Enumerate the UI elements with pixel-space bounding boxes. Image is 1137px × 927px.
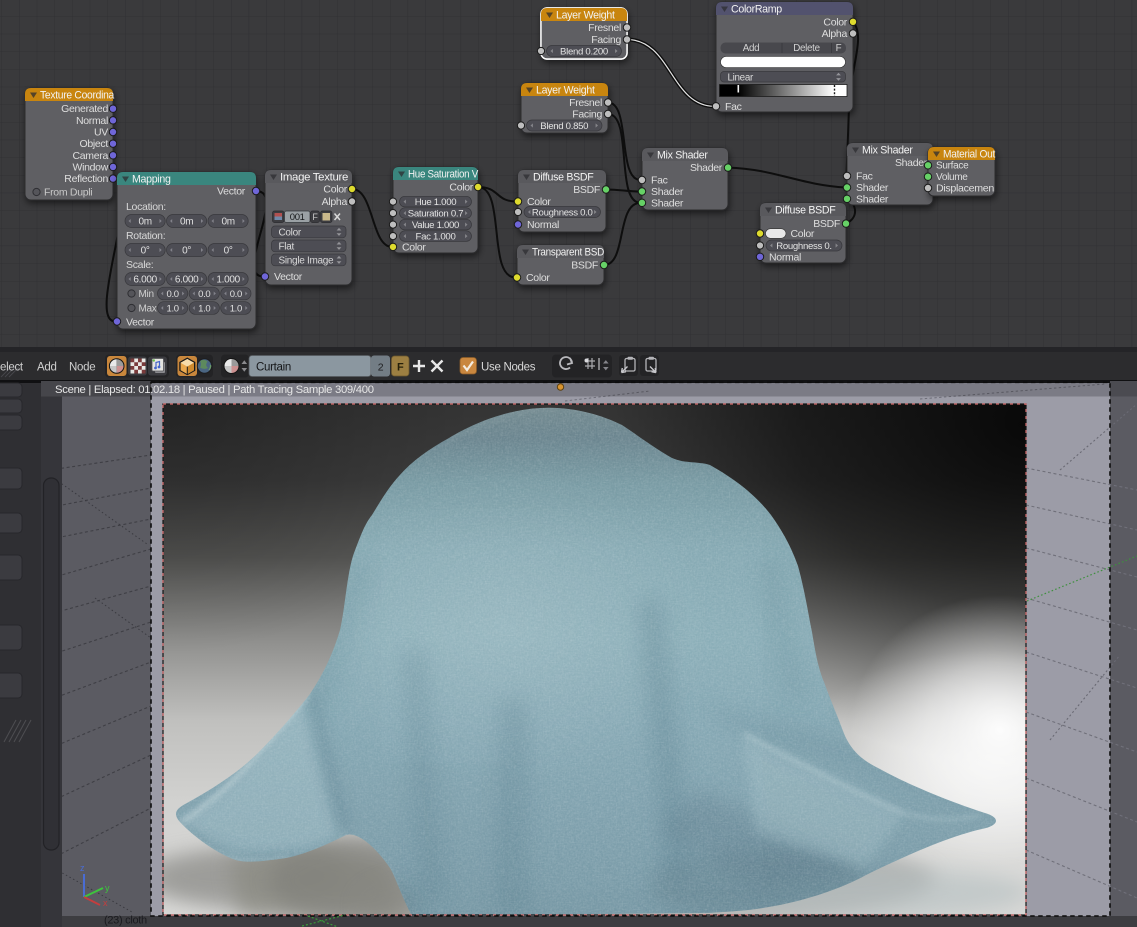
svg-text:Fresnel: Fresnel xyxy=(588,22,621,34)
svg-text:From Dupli: From Dupli xyxy=(44,187,92,199)
svg-text:Shader: Shader xyxy=(651,186,684,198)
svg-text:BSDF: BSDF xyxy=(573,184,600,196)
svg-text:Min: Min xyxy=(139,289,154,300)
svg-text:Rotation:: Rotation: xyxy=(126,230,165,242)
svg-text:Max: Max xyxy=(139,304,157,315)
svg-text:Node: Node xyxy=(69,362,95,374)
svg-text:6.000: 6.000 xyxy=(175,275,199,286)
svg-text:Layer Weight: Layer Weight xyxy=(556,9,615,21)
svg-text:Roughness 0.0: Roughness 0.0 xyxy=(532,208,593,219)
svg-text:2: 2 xyxy=(378,362,384,374)
svg-text:Image Texture: Image Texture xyxy=(280,171,348,183)
svg-text:Layer Weight: Layer Weight xyxy=(536,84,595,96)
svg-text:Fresnel: Fresnel xyxy=(569,97,602,109)
svg-text:Vector: Vector xyxy=(274,271,303,283)
svg-text:Shader: Shader xyxy=(690,162,723,174)
svg-text:Alpha: Alpha xyxy=(822,28,848,40)
svg-text:Generated: Generated xyxy=(61,103,108,115)
svg-text:Shader: Shader xyxy=(651,197,684,209)
svg-text:Location:: Location: xyxy=(126,201,166,213)
svg-text:Add: Add xyxy=(743,43,760,54)
svg-text:Flat: Flat xyxy=(279,241,295,252)
svg-text:Hue Saturation V: Hue Saturation V xyxy=(408,168,479,180)
svg-text:Fac: Fac xyxy=(651,175,668,187)
svg-text:0.0: 0.0 xyxy=(166,289,178,300)
svg-text:Alpha: Alpha xyxy=(322,196,348,208)
svg-text:Linear: Linear xyxy=(728,72,754,83)
svg-text:Delete: Delete xyxy=(793,43,820,54)
svg-text:Reflection: Reflection xyxy=(64,173,108,185)
svg-text:001: 001 xyxy=(290,212,305,223)
svg-text:Diffuse BSDF: Diffuse BSDF xyxy=(533,171,594,183)
svg-text:Shader: Shader xyxy=(895,157,928,169)
svg-text:0°: 0° xyxy=(224,246,233,257)
svg-text:6.000: 6.000 xyxy=(133,275,157,286)
svg-text:1.0: 1.0 xyxy=(230,304,242,315)
svg-text:Blend 0.850: Blend 0.850 xyxy=(540,121,588,132)
svg-text:Normal: Normal xyxy=(769,251,801,263)
svg-text:Shader: Shader xyxy=(856,193,889,205)
svg-text:Color: Color xyxy=(323,184,347,196)
svg-text:Texture Coordina: Texture Coordina xyxy=(40,89,114,101)
svg-text:Vector: Vector xyxy=(217,186,246,198)
svg-text:Surface: Surface xyxy=(936,161,969,172)
svg-text:Saturation 0.7: Saturation 0.7 xyxy=(408,209,464,220)
svg-text:Color: Color xyxy=(791,228,815,240)
svg-text:(23) cloth: (23) cloth xyxy=(104,915,147,927)
svg-text:Scene | Elapsed: 01:02.18 | Pa: Scene | Elapsed: 01:02.18 | Paused | Pat… xyxy=(55,384,374,396)
svg-text:Fac: Fac xyxy=(856,171,873,183)
svg-text:Add: Add xyxy=(37,362,57,374)
svg-text:F: F xyxy=(312,212,318,222)
svg-text:Use Nodes: Use Nodes xyxy=(481,362,536,374)
svg-text:Normal: Normal xyxy=(527,219,559,231)
svg-text:0m: 0m xyxy=(221,217,234,228)
svg-text:elect: elect xyxy=(0,362,24,374)
svg-text:F: F xyxy=(397,362,404,374)
svg-text:Fac: Fac xyxy=(725,101,742,113)
svg-text:F: F xyxy=(836,43,842,54)
svg-text:Hue 1.000: Hue 1.000 xyxy=(415,197,457,208)
svg-text:0.0: 0.0 xyxy=(198,289,210,300)
svg-text:Window: Window xyxy=(72,161,108,173)
svg-text:Normal: Normal xyxy=(76,115,108,127)
svg-text:BSDF: BSDF xyxy=(571,260,598,272)
svg-text:Camera: Camera xyxy=(72,150,108,162)
svg-text:Mix Shader: Mix Shader xyxy=(657,149,708,161)
svg-text:Mapping: Mapping xyxy=(132,173,171,185)
svg-text:Transparent BSD: Transparent BSD xyxy=(532,246,605,258)
svg-text:0°: 0° xyxy=(182,246,191,257)
svg-text:ColorRamp: ColorRamp xyxy=(731,3,782,15)
svg-text:Mix Shader: Mix Shader xyxy=(862,144,913,156)
svg-text:Vector: Vector xyxy=(126,317,155,329)
svg-text:Diffuse BSDF: Diffuse BSDF xyxy=(775,204,836,216)
svg-text:Facing: Facing xyxy=(591,34,621,46)
svg-text:Color: Color xyxy=(526,272,550,284)
svg-text:Color: Color xyxy=(279,227,302,238)
svg-text:BSDF: BSDF xyxy=(813,218,840,230)
svg-text:0°: 0° xyxy=(141,246,150,257)
svg-text:Color: Color xyxy=(402,241,426,253)
svg-text:1.0: 1.0 xyxy=(198,304,210,315)
svg-text:Blend 0.200: Blend 0.200 xyxy=(560,47,608,58)
svg-text:0m: 0m xyxy=(180,217,193,228)
svg-text:1.000: 1.000 xyxy=(216,275,240,286)
svg-text:Material Out: Material Out xyxy=(943,148,995,160)
svg-text:Scale:: Scale: xyxy=(126,259,153,271)
svg-text:Color: Color xyxy=(823,16,847,28)
svg-text:Facing: Facing xyxy=(572,109,602,121)
svg-text:Volume: Volume xyxy=(936,172,968,183)
svg-text:Shader: Shader xyxy=(856,182,889,194)
svg-text:Curtain: Curtain xyxy=(256,362,291,374)
svg-text:Object: Object xyxy=(79,138,108,150)
svg-text:Value 1.000: Value 1.000 xyxy=(412,220,459,231)
svg-text:UV: UV xyxy=(94,127,108,139)
svg-text:1.0: 1.0 xyxy=(166,304,178,315)
svg-text:Color: Color xyxy=(449,182,473,194)
svg-text:0m: 0m xyxy=(138,217,151,228)
svg-text:Displacemen: Displacemen xyxy=(936,184,994,195)
svg-text:Single Image: Single Image xyxy=(279,255,335,266)
svg-text:0.0: 0.0 xyxy=(230,289,242,300)
